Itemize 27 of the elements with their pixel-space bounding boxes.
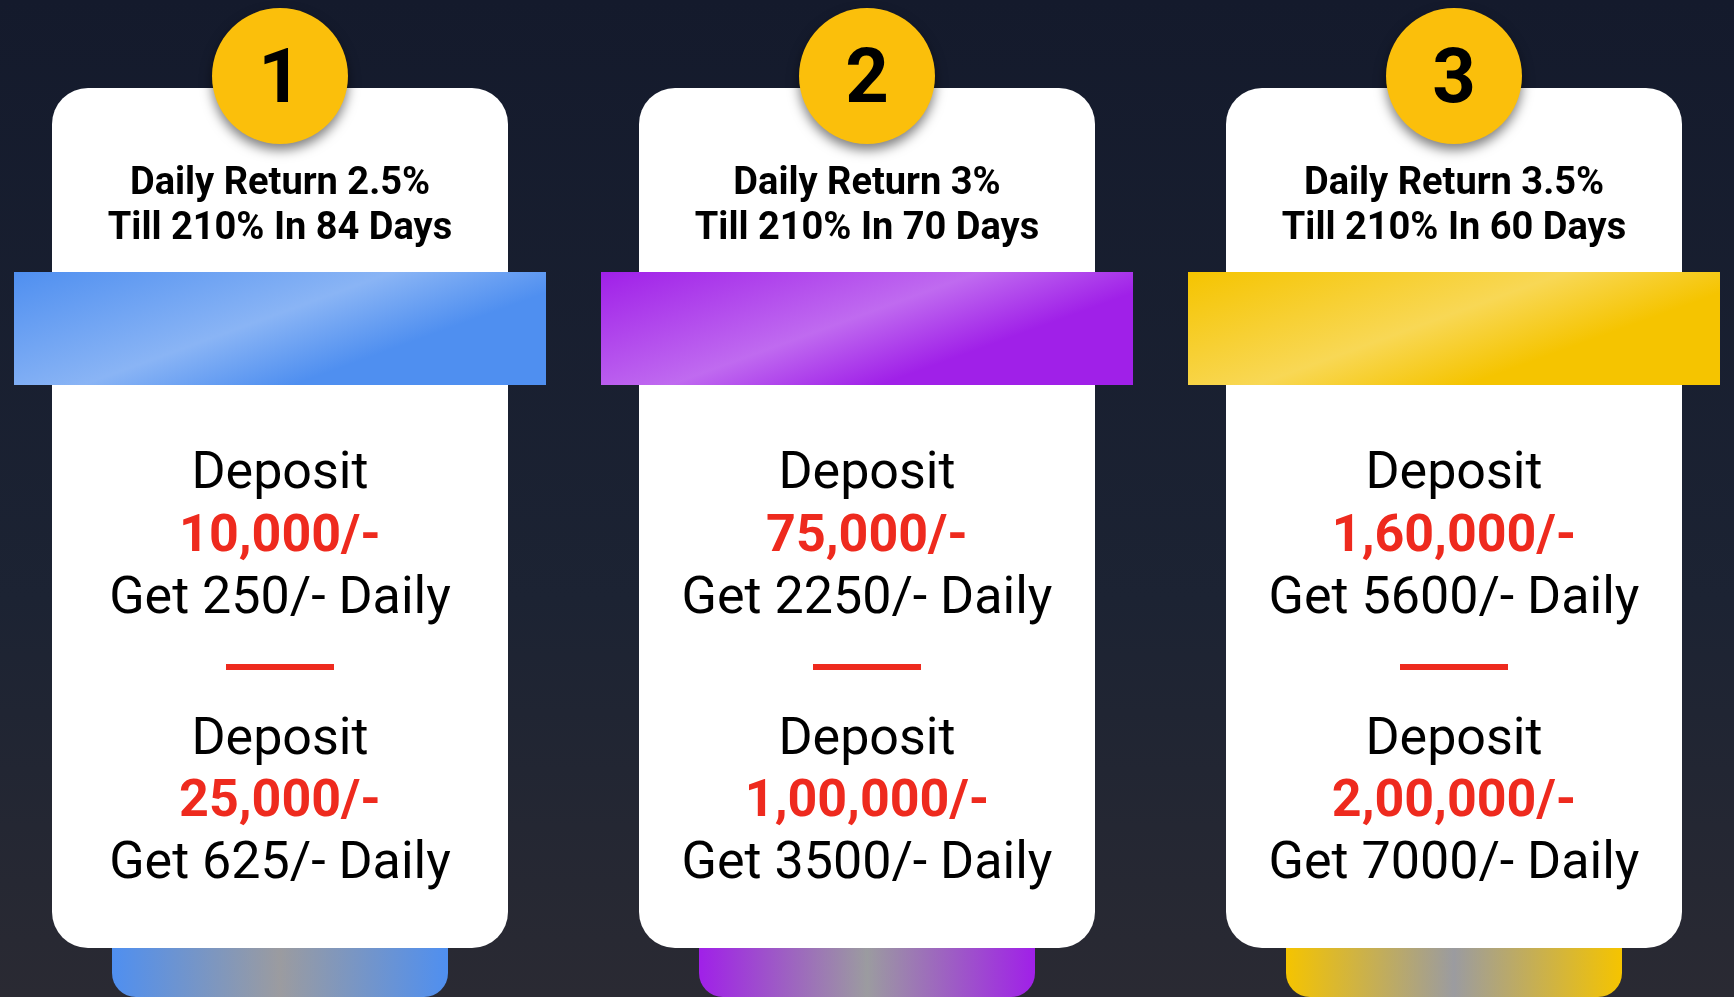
deposit-label: Deposit [778,440,956,503]
plan-duration: Till 210% In 84 Days [107,204,453,250]
deposit-label: Deposit [1365,440,1543,503]
deposit-amount: 1,60,000/- [1331,502,1577,566]
number-badge: 3 [1386,8,1522,144]
deposit-amount: 25,000/- [179,767,381,831]
plan-rate: Daily Return 3.5% [1303,158,1605,205]
deposit-label: Deposit [191,440,369,503]
plan-rate: Daily Return 3% [733,158,1001,205]
deposit-amount: 1,00,000/- [744,767,990,831]
daily-return: Get 5600/- Daily [1268,565,1640,628]
number-badge: 1 [212,8,348,144]
deposit-amount: 75,000/- [766,502,968,566]
deposit-label: Deposit [778,705,956,768]
deposit-label: Deposit [191,705,369,768]
deposit-amount: 10,000/- [179,502,381,566]
daily-return: Get 625/- Daily [109,830,451,893]
daily-return: Get 2250/- Daily [681,565,1053,628]
deposit-amount: 2,00,000/- [1331,767,1577,831]
plan-duration: Till 210% In 60 Days [1281,204,1627,250]
daily-return: Get 7000/- Daily [1268,830,1640,893]
number-badge: 2 [799,8,935,144]
plan-duration: Till 210% In 70 Days [694,204,1040,250]
daily-return: Get 3500/- Daily [681,830,1053,893]
daily-return: Get 250/- Daily [109,565,451,628]
plan-rate: Daily Return 2.5% [129,158,431,205]
deposit-label: Deposit [1365,705,1543,768]
